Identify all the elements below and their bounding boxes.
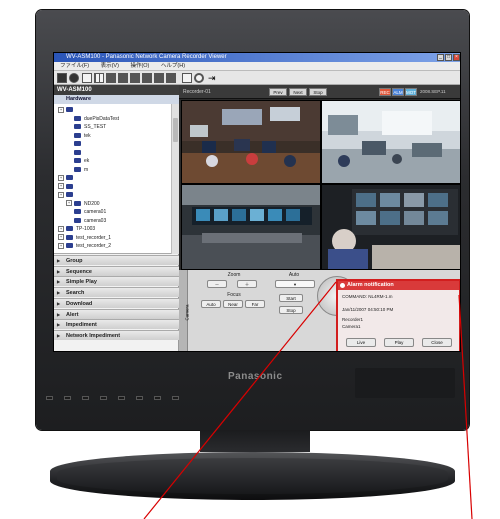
callout-lines [143,281,473,519]
callout-line-left [143,281,337,519]
callout-line-right [458,294,473,519]
